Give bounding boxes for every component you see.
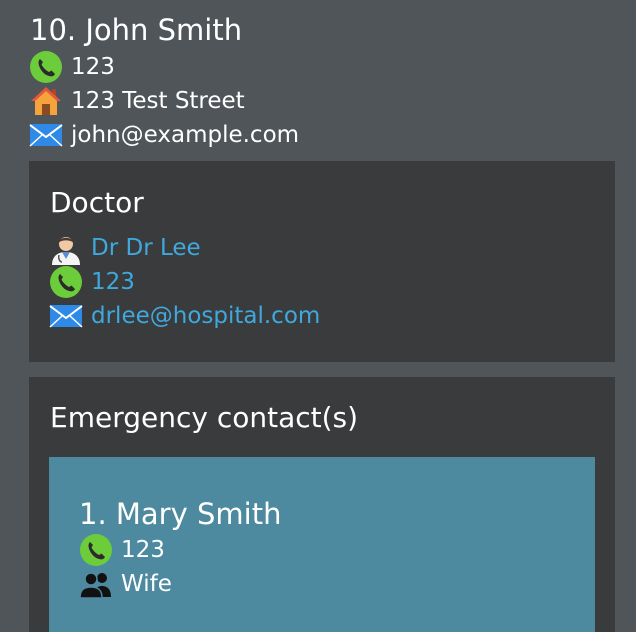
patient-address-row: 123 Test Street <box>29 84 245 118</box>
emergency-contact-phone-row: 123 <box>79 533 165 567</box>
doctor-phone-link[interactable]: 123 <box>91 269 135 295</box>
patient-address: 123 Test Street <box>71 88 245 114</box>
patient-email: john@example.com <box>71 122 300 148</box>
emergency-contact-card[interactable]: 1. Mary Smith 123 Wife <box>49 457 595 632</box>
patient-phone-row: 123 <box>29 50 115 84</box>
emergency-contact-phone: 123 <box>121 537 165 563</box>
people-icon <box>79 567 113 601</box>
patient-email-row: john@example.com <box>29 118 299 152</box>
phone-icon <box>79 533 113 567</box>
emergency-contact-relationship-row: Wife <box>79 567 172 601</box>
envelope-icon <box>49 299 83 333</box>
emergency-contact-name: 1. Mary Smith <box>79 497 282 531</box>
phone-icon <box>49 265 83 299</box>
house-icon <box>29 84 63 118</box>
doctor-name-link[interactable]: Dr Dr Lee <box>91 235 201 261</box>
doctor-name-row[interactable]: Dr Dr Lee <box>49 231 201 265</box>
doctor-phone-row[interactable]: 123 <box>49 265 135 299</box>
emergency-section-title: Emergency contact(s) <box>50 401 359 434</box>
patient-name: 10. John Smith <box>30 13 243 47</box>
patient-phone: 123 <box>71 54 115 80</box>
doctor-email-link[interactable]: drlee@hospital.com <box>91 303 320 329</box>
doctor-email-row[interactable]: drlee@hospital.com <box>49 299 320 333</box>
emergency-contact-relationship: Wife <box>121 571 172 597</box>
doctor-icon <box>49 231 83 265</box>
phone-icon <box>29 50 63 84</box>
doctor-section-title: Doctor <box>50 186 144 219</box>
doctor-panel: Doctor Dr Dr Lee 123 drlee@hospital.com <box>29 161 615 362</box>
envelope-icon <box>29 118 63 152</box>
